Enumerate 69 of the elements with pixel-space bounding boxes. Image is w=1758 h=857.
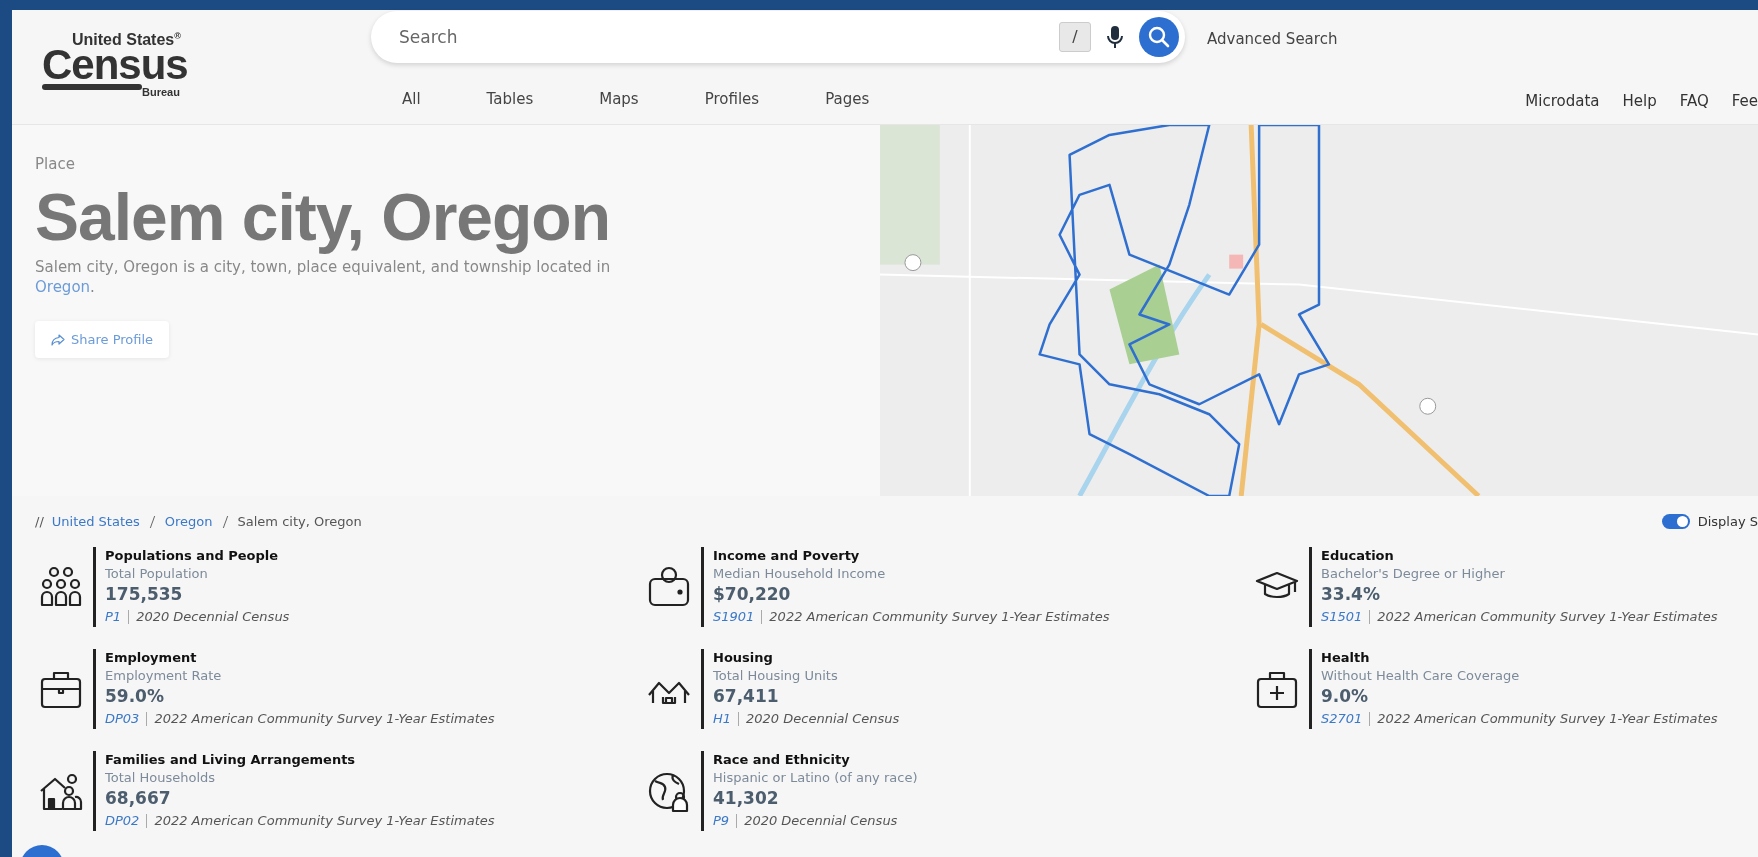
search-tab[interactable]: All <box>402 89 421 112</box>
wallet-icon <box>647 565 691 609</box>
utility-link[interactable]: Help <box>1622 91 1657 110</box>
data-source: 2022 American Community Survey 1-Year Estimates <box>769 608 1110 626</box>
table-id-link[interactable]: P9 <box>713 811 730 831</box>
topic-title: Race and Ethnicity <box>713 751 851 769</box>
topic-title: Health <box>1321 649 1371 667</box>
topic-title: Populations and People <box>105 547 280 565</box>
breadcrumb-link[interactable]: Oregon <box>164 514 213 529</box>
measure-label: Median Household Income <box>713 565 887 583</box>
breadcrumb-marker: // <box>35 514 44 529</box>
search-tab[interactable]: Maps <box>599 89 639 112</box>
stat-value: 67,411 <box>713 685 780 707</box>
page-title: Salem city, Oregon <box>35 179 611 255</box>
search-field[interactable]: Search <box>397 25 1043 48</box>
search-tab[interactable]: Pages <box>825 89 870 112</box>
share-icon <box>51 333 65 346</box>
stat-value: 9.0% <box>1321 685 1370 707</box>
data-source: 2022 American Community Survey 1-Year Estimates <box>154 812 495 830</box>
search-bar[interactable]: Search / <box>371 10 1185 63</box>
table-id-link[interactable]: DP03 <box>105 709 140 729</box>
table-id-link[interactable]: S1901 <box>713 607 755 627</box>
census-logo[interactable]: United States$^{®}$ Census Bureau <box>12 10 371 124</box>
table-id-link[interactable]: S2701 <box>1321 709 1363 729</box>
data-source: 2020 Decennial Census <box>136 608 290 626</box>
table-id-link[interactable]: P1 <box>105 607 122 627</box>
topic-title: Income and Poverty <box>713 547 861 565</box>
topic-title: Education <box>1321 547 1395 565</box>
topic-title: Employment <box>105 649 198 667</box>
breadcrumb-current: Salem city, Oregon <box>237 514 362 529</box>
utility-link[interactable]: FAQ <box>1679 91 1709 110</box>
topic-title: Housing <box>713 649 774 667</box>
stat-value: 175,535 <box>105 583 184 605</box>
topic-title: Families and Living Arrangements <box>105 751 357 769</box>
shortcut-key: / <box>1059 21 1091 52</box>
stat-value: 68,667 <box>105 787 172 809</box>
measure-label: Total Households <box>105 769 217 787</box>
toggle-label: Display S <box>1697 514 1758 529</box>
measure-label: Without Health Care Coverage <box>1321 667 1521 685</box>
data-source: 2020 Decennial Census <box>746 710 900 728</box>
stat-value: $70,220 <box>713 583 792 605</box>
measure-label: Total Population <box>105 565 209 583</box>
data-source: 2022 American Community Survey 1-Year Estimates <box>154 710 495 728</box>
place-type-label: Place <box>35 155 76 173</box>
search-icon <box>1148 25 1170 48</box>
search-button[interactable] <box>1139 16 1179 57</box>
table-id-link[interactable]: H1 <box>713 709 732 729</box>
advanced-search-link[interactable]: Advanced Search <box>1207 29 1338 48</box>
table-id-link[interactable]: S1501 <box>1321 607 1363 627</box>
stat-value: 33.4% <box>1321 583 1381 605</box>
people-icon <box>39 565 83 609</box>
search-tab[interactable]: Profiles <box>704 89 760 112</box>
data-source: 2022 American Community Survey 1-Year Estimates <box>1377 710 1718 728</box>
data-source: 2022 American Community Survey 1-Year Estimates <box>1377 608 1718 626</box>
search-tab[interactable]: Tables <box>486 89 534 112</box>
measure-label: Bachelor's Degree or Higher <box>1321 565 1506 583</box>
microphone-icon[interactable] <box>1107 24 1123 49</box>
measure-label: Employment Rate <box>105 667 223 685</box>
stat-value: 41,302 <box>713 787 780 809</box>
stat-value: 59.0% <box>105 685 165 707</box>
utility-link[interactable]: Fee <box>1731 91 1758 110</box>
data-source: 2020 Decennial Census <box>744 812 898 830</box>
place-description: Salem city, Oregon is a city, town, place equivalent, and township located in Oregon. <box>35 257 612 297</box>
measure-label: Total Housing Units <box>713 667 839 685</box>
table-id-link[interactable]: DP02 <box>105 811 140 831</box>
toggle-switch[interactable] <box>1661 514 1690 529</box>
utility-link[interactable]: Microdata <box>1525 91 1600 110</box>
breadcrumb-link[interactable]: United States <box>51 514 140 529</box>
measure-label: Hispanic or Latino (of any race) <box>713 769 918 787</box>
